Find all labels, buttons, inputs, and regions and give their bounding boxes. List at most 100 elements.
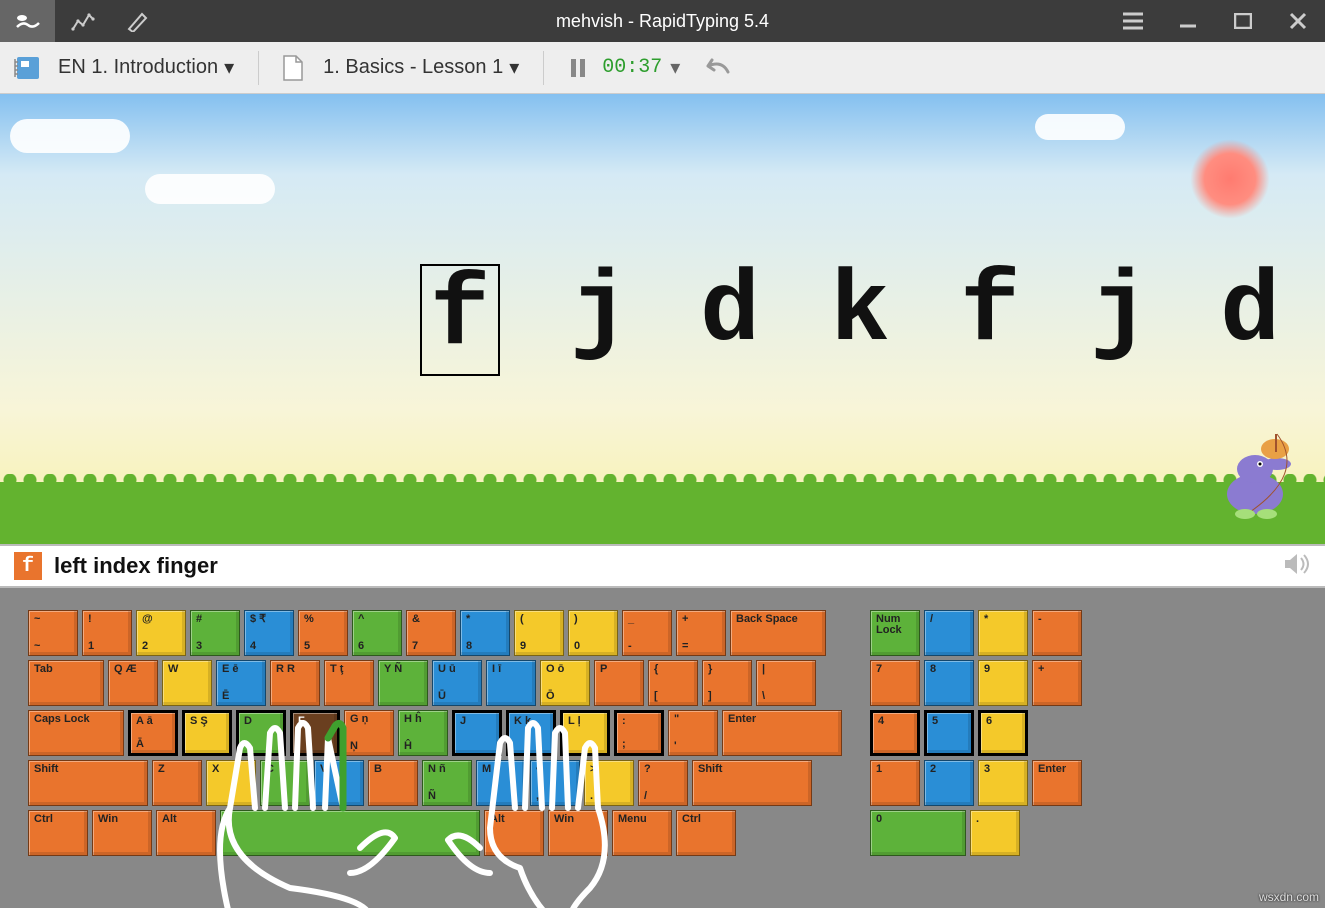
key-e-[interactable]: E ēĒ bbox=[216, 660, 266, 706]
key-4[interactable]: 4 bbox=[870, 710, 920, 756]
key-win[interactable]: Win bbox=[92, 810, 152, 856]
key-tab[interactable]: Tab bbox=[28, 660, 104, 706]
key-back-space[interactable]: Back Space bbox=[730, 610, 826, 656]
key-y-[interactable]: Y Ñ bbox=[378, 660, 428, 706]
key--[interactable]: >. bbox=[584, 760, 634, 806]
undo-button[interactable] bbox=[700, 52, 732, 84]
key-l-[interactable]: L ļ bbox=[560, 710, 610, 756]
lesson-dropdown[interactable]: 1. Basics - Lesson 1 ▾ bbox=[317, 51, 525, 84]
key-win[interactable]: Win bbox=[548, 810, 608, 856]
key-alt[interactable]: Alt bbox=[156, 810, 216, 856]
key--[interactable]: {[ bbox=[648, 660, 698, 706]
key-r-r[interactable]: R R bbox=[270, 660, 320, 706]
key-3[interactable]: 3 bbox=[978, 760, 1028, 806]
key-f[interactable]: F bbox=[290, 710, 340, 756]
hint-bar: f left index finger bbox=[0, 544, 1325, 588]
key-g-[interactable]: G ņŅ bbox=[344, 710, 394, 756]
key--[interactable]: :; bbox=[614, 710, 664, 756]
key-1[interactable]: 1 bbox=[870, 760, 920, 806]
key-num-lock[interactable]: Num Lock bbox=[870, 610, 920, 656]
key-i-[interactable]: I ī bbox=[486, 660, 536, 706]
tab-stats-icon[interactable] bbox=[55, 0, 110, 42]
key--[interactable]: *8 bbox=[460, 610, 510, 656]
key--[interactable]: #3 bbox=[190, 610, 240, 656]
key-6[interactable]: 6 bbox=[978, 710, 1028, 756]
key-o-[interactable]: O ōŌ bbox=[540, 660, 590, 706]
key-p[interactable]: P bbox=[594, 660, 644, 706]
tab-editor-icon[interactable] bbox=[110, 0, 165, 42]
timer-dropdown[interactable]: ▾ bbox=[670, 55, 680, 80]
cloud-decoration bbox=[1035, 114, 1125, 140]
key--[interactable]: += bbox=[676, 610, 726, 656]
menu-icon[interactable] bbox=[1105, 0, 1160, 42]
typing-char: f bbox=[420, 264, 500, 376]
key-enter[interactable]: Enter bbox=[722, 710, 842, 756]
key-9[interactable]: 9 bbox=[978, 660, 1028, 706]
toolbar: EN 1. Introduction ▾ 1. Basics - Lesson … bbox=[0, 42, 1325, 94]
key-x[interactable]: X bbox=[206, 760, 256, 806]
key-2[interactable]: 2 bbox=[924, 760, 974, 806]
key--[interactable]: "' bbox=[668, 710, 718, 756]
key-t-[interactable]: T ţ bbox=[324, 660, 374, 706]
minimize-button[interactable] bbox=[1160, 0, 1215, 42]
key--[interactable]: !1 bbox=[82, 610, 132, 656]
key--[interactable]: - bbox=[1032, 610, 1082, 656]
key--[interactable]: / bbox=[924, 610, 974, 656]
key-w[interactable]: W bbox=[162, 660, 212, 706]
key--[interactable]: _- bbox=[622, 610, 672, 656]
key-ctrl[interactable]: Ctrl bbox=[676, 810, 736, 856]
key--[interactable]: )0 bbox=[568, 610, 618, 656]
key-space[interactable] bbox=[220, 810, 480, 856]
lesson-icon[interactable] bbox=[277, 52, 309, 84]
key-z[interactable]: Z bbox=[152, 760, 202, 806]
key-shift[interactable]: Shift bbox=[692, 760, 812, 806]
key--[interactable]: ?/ bbox=[638, 760, 688, 806]
key-a-[interactable]: A āĀ bbox=[128, 710, 178, 756]
grass-decoration bbox=[0, 482, 1325, 544]
key-caps-lock[interactable]: Caps Lock bbox=[28, 710, 124, 756]
key--[interactable]: &7 bbox=[406, 610, 456, 656]
key-menu[interactable]: Menu bbox=[612, 810, 672, 856]
key--[interactable]: @2 bbox=[136, 610, 186, 656]
key-k-[interactable]: K ķ bbox=[506, 710, 556, 756]
key-b[interactable]: B bbox=[368, 760, 418, 806]
sound-icon[interactable] bbox=[1283, 552, 1311, 581]
key-n-[interactable]: N ñÑ bbox=[422, 760, 472, 806]
key--[interactable]: <, bbox=[530, 760, 580, 806]
keyboard-numpad: Num Lock/*- 789+456 123Enter 0. bbox=[870, 610, 1082, 886]
key-0[interactable]: 0 bbox=[870, 810, 966, 856]
key-m[interactable]: M bbox=[476, 760, 526, 806]
key-h-[interactable]: H ĥĤ bbox=[398, 710, 448, 756]
key-5[interactable]: 5 bbox=[924, 710, 974, 756]
key--[interactable]: + bbox=[1032, 660, 1082, 706]
key-v[interactable]: V bbox=[314, 760, 364, 806]
key-q-[interactable]: Q Æ bbox=[108, 660, 158, 706]
key-ctrl[interactable]: Ctrl bbox=[28, 810, 88, 856]
key-8[interactable]: 8 bbox=[924, 660, 974, 706]
key--[interactable]: (9 bbox=[514, 610, 564, 656]
key--[interactable]: %5 bbox=[298, 610, 348, 656]
key-d[interactable]: D bbox=[236, 710, 286, 756]
key--[interactable]: ^6 bbox=[352, 610, 402, 656]
titlebar: mehvish - RapidTyping 5.4 bbox=[0, 0, 1325, 42]
pause-button[interactable] bbox=[562, 52, 594, 84]
key--[interactable]: |\ bbox=[756, 660, 816, 706]
key--[interactable]: * bbox=[978, 610, 1028, 656]
key-alt[interactable]: Alt bbox=[484, 810, 544, 856]
key-u-[interactable]: U ūŪ bbox=[432, 660, 482, 706]
key--[interactable]: $ ₹4 bbox=[244, 610, 294, 656]
close-button[interactable] bbox=[1270, 0, 1325, 42]
key-7[interactable]: 7 bbox=[870, 660, 920, 706]
key-c[interactable]: C bbox=[260, 760, 310, 806]
key--[interactable]: ~~ bbox=[28, 610, 78, 656]
maximize-button[interactable] bbox=[1215, 0, 1270, 42]
key-s-[interactable]: S Ş bbox=[182, 710, 232, 756]
key--[interactable]: . bbox=[970, 810, 1020, 856]
tab-lesson-icon[interactable] bbox=[0, 0, 55, 42]
key-enter[interactable]: Enter bbox=[1032, 760, 1082, 806]
course-dropdown[interactable]: EN 1. Introduction ▾ bbox=[52, 51, 240, 84]
course-icon[interactable] bbox=[12, 52, 44, 84]
key-shift[interactable]: Shift bbox=[28, 760, 148, 806]
key-j[interactable]: J bbox=[452, 710, 502, 756]
key--[interactable]: }] bbox=[702, 660, 752, 706]
